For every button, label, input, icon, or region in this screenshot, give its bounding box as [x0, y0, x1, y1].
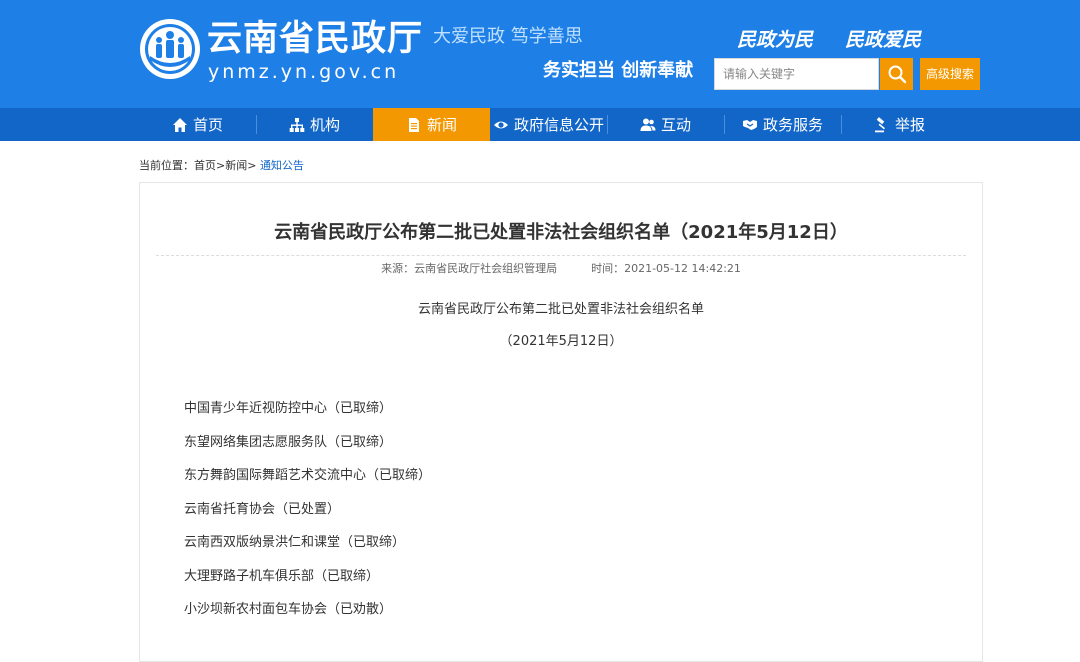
search-icon: [888, 65, 906, 84]
site-header: 云南省民政厅 ynmz.yn.gov.cn 大爱民政 笃学善思 务实担当 创新奉…: [0, 0, 1080, 108]
home-icon: [172, 117, 187, 132]
nav-item-label: 举报: [894, 116, 925, 134]
nav-item-organization[interactable]: 机构: [256, 108, 373, 141]
list-item: 大理野路子机车俱乐部（已取缔）: [184, 569, 380, 584]
article-time: 2021-05-12 14:42:21: [624, 262, 741, 275]
article-panel: 云南省民政厅公布第二批已处置非法社会组织名单（2021年5月12日） 来源：云南…: [139, 182, 983, 662]
article-source: 云南省民政厅社会组织管理局: [414, 262, 558, 275]
nav-item-news[interactable]: 新闻: [373, 108, 490, 141]
nav-item-report[interactable]: 举报: [841, 108, 958, 141]
body-date: （2021年5月12日）: [499, 334, 623, 349]
list-item: 东望网络集团志愿服务队（已取缔）: [184, 435, 393, 450]
advanced-search-button[interactable]: 高级搜索: [920, 58, 980, 90]
list-item: 云南西双版纳景洪仁和课堂（已取缔）: [184, 535, 406, 550]
article-title: 云南省民政厅公布第二批已处置非法社会组织名单（2021年5月12日）: [274, 222, 848, 243]
list-item: 东方舞韵国际舞蹈艺术交流中心（已取缔）: [184, 468, 432, 483]
users-icon: [640, 118, 656, 131]
nav-item-label: 新闻: [426, 116, 457, 134]
list-item: 小沙坝新农村面包车协会（已劝散）: [184, 602, 393, 617]
body-heading: 云南省民政厅公布第二批已处置非法社会组织名单: [417, 302, 704, 317]
nav-item-home[interactable]: 首页: [139, 108, 256, 141]
motto-love-people: 民政爱民: [845, 29, 922, 51]
search-input[interactable]: [714, 58, 879, 90]
gavel-icon: [874, 116, 885, 132]
article-meta: 来源：云南省民政厅社会组织管理局 时间：2021-05-12 14:42:21: [140, 261, 982, 277]
time-label: 时间：: [591, 262, 625, 275]
eye-icon: [493, 121, 508, 128]
nav-item-interaction[interactable]: 互动: [607, 108, 724, 141]
site-title[interactable]: 云南省民政厅: [207, 17, 423, 61]
breadcrumb-home-link[interactable]: 首页: [194, 159, 216, 172]
document-icon: [408, 117, 419, 132]
nav-item-label: 互动: [660, 116, 691, 134]
org-chart-icon: [289, 117, 305, 132]
site-domain: ynmz.yn.gov.cn: [208, 61, 400, 83]
nav-item-label: 政府信息公开: [513, 116, 604, 134]
source-label: 来源：: [381, 262, 415, 275]
handshake-icon: [742, 119, 757, 130]
nav-item-label: 政务服务: [762, 116, 823, 134]
slogan-secondary: 务实担当 创新奉献: [543, 60, 694, 81]
search-button[interactable]: [880, 58, 913, 90]
nav-item-label: 首页: [192, 116, 223, 134]
nav-item-label: 机构: [309, 116, 340, 134]
breadcrumb-news-link[interactable]: 新闻: [225, 159, 247, 172]
breadcrumb-prefix: 当前位置：: [139, 159, 194, 172]
main-nav: 首页 机构 新闻 政府信息公开 互动 政务服务 举报: [0, 108, 1080, 141]
people-emblem-icon[interactable]: [139, 18, 201, 80]
breadcrumb: 当前位置：首页>新闻> 通知公告: [139, 158, 304, 174]
nav-item-gov-info[interactable]: 政府信息公开: [490, 108, 607, 141]
breadcrumb-separator: >: [216, 159, 226, 172]
breadcrumb-current-link[interactable]: 通知公告: [260, 159, 304, 172]
motto-serve-people: 民政为民: [737, 29, 814, 51]
title-divider: [156, 255, 966, 256]
slogan-primary: 大爱民政 笃学善思: [433, 26, 583, 47]
list-item: 中国青少年近视防控中心（已取缔）: [184, 401, 393, 416]
list-item: 云南省托育协会（已处置）: [184, 502, 341, 517]
nav-item-services[interactable]: 政务服务: [724, 108, 841, 141]
